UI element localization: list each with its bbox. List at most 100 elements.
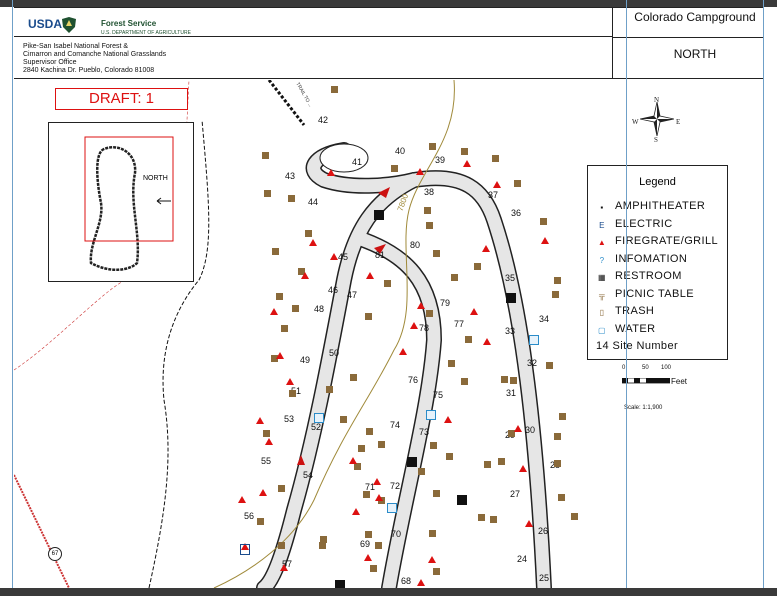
picnic-table-icon: [370, 565, 377, 572]
picnic-table-icon: [288, 195, 295, 202]
site-number: 35: [505, 273, 516, 283]
compass-s: S: [654, 136, 658, 144]
picnic-table-icon: [490, 516, 497, 523]
firegrate-icon: [410, 322, 418, 329]
site-number: 80: [410, 240, 421, 250]
firegrate-icon: [366, 272, 374, 279]
legend-box: Legend ▪ AMPHITHEATER E ELECTRIC ▲ FIREGRATE/…: [587, 165, 728, 360]
picnic-table-icon: [319, 542, 326, 549]
firegrate-icon: [417, 302, 425, 309]
picnic-table-icon: [363, 491, 370, 498]
scale-unit: Feet: [671, 377, 688, 386]
firegrate-icon: [463, 160, 471, 167]
picnic-table-icon: [510, 377, 517, 384]
site-number: 55: [261, 456, 272, 466]
draft-stamp: DRAFT: 1: [55, 88, 188, 110]
site-number: 73: [419, 427, 430, 437]
inset-map: [84, 136, 174, 271]
site-number: 44: [308, 197, 319, 207]
firegrate-icon: [514, 425, 522, 432]
site-number: 40: [395, 146, 406, 156]
electric-icon: [240, 544, 250, 555]
map-subtitle: NORTH: [673, 47, 717, 61]
bottom-border: [0, 588, 777, 596]
legend-item: ? INFOMATION: [597, 253, 687, 269]
picnic-table-icon: [391, 165, 398, 172]
site-number: 49: [300, 355, 311, 365]
site-number: 72: [390, 481, 401, 491]
picnic-table-icon: [426, 310, 433, 317]
guide-line: [763, 0, 764, 596]
firegrate-icon: [259, 489, 267, 496]
firegrate-icon: [482, 245, 490, 252]
compass-w: W: [632, 118, 639, 126]
site-number: 54: [303, 470, 314, 480]
water-icon: [314, 413, 324, 423]
firegrate-icon: [416, 168, 424, 175]
picnic-table-icon: [461, 378, 468, 385]
picnic-table-icon: [263, 430, 270, 437]
electric-icon: E: [599, 220, 605, 230]
picnic-table-icon: [430, 442, 437, 449]
locator-inset: NORTH: [48, 122, 194, 282]
scale-bar: [622, 378, 670, 384]
picnic-table-icon: [350, 374, 357, 381]
firegrate-icon: [493, 181, 501, 188]
legend-item-label: FIREGRATE/GRILL: [615, 235, 718, 247]
firegrate-icon: [238, 496, 246, 503]
picnic-table-icon: [451, 274, 458, 281]
site-number: 33: [505, 326, 516, 336]
forest-name: Pike-San Isabel National Forest &: [23, 43, 129, 50]
firegrate-icon: [444, 416, 452, 423]
picnic-table-icon: [446, 453, 453, 460]
compass-n: N: [654, 96, 660, 104]
site-number: 26: [538, 526, 549, 536]
grasslands-name: Cimarron and Comanche National Grassland…: [23, 51, 167, 58]
information-icon: ?: [599, 255, 605, 265]
inset-label: NORTH: [143, 175, 168, 182]
site-number: 69: [360, 539, 371, 549]
restroom-icon: [506, 293, 516, 303]
site-number: 53: [284, 414, 295, 424]
compass-rose-icon: [640, 102, 674, 136]
picnic-table-icon: [418, 468, 425, 475]
site-number: 78: [419, 323, 430, 333]
picnic-table-icon: [514, 180, 521, 187]
site-number: 48: [314, 304, 325, 314]
picnic-table-icon: [366, 428, 373, 435]
site-number: 27: [510, 489, 521, 499]
picnic-table-icon: [331, 86, 338, 93]
road-fill: [257, 143, 551, 588]
picnic-table-icon: [354, 463, 361, 470]
site-number: 70: [391, 529, 402, 539]
picnic-table-icon: [465, 336, 472, 343]
firegrate-icon: [286, 378, 294, 385]
water-icon: [387, 503, 397, 513]
restroom-icon: [335, 580, 345, 588]
picnic-table-icon: [378, 441, 385, 448]
site-number: 32: [527, 358, 538, 368]
site-number: 52: [311, 422, 322, 432]
site-number: 75: [433, 390, 444, 400]
office-name: Supervisor Office: [23, 59, 77, 66]
amphitheater-icon: ▪: [600, 203, 604, 212]
trash-icon: ▯: [599, 308, 605, 317]
picnic-table-icon: [448, 360, 455, 367]
picnic-table-icon: [384, 280, 391, 287]
picnic-table-icon: ╦: [598, 290, 606, 300]
title-block: USDA Forest Service U.S. DEPARTMENT OF A…: [14, 7, 764, 79]
firegrate-icon: [352, 508, 360, 515]
picnic-table-icon: [262, 152, 269, 159]
firegrate-icon: [483, 338, 491, 345]
picnic-table-icon: [484, 461, 491, 468]
picnic-table-icon: [375, 542, 382, 549]
picnic-table-icon: [305, 230, 312, 237]
legend-item-label: WATER: [615, 322, 656, 335]
legend-item-label: ELECTRIC: [615, 217, 673, 230]
picnic-table-icon: [292, 305, 299, 312]
water-icon: ▢: [598, 325, 606, 335]
picnic-table-icon: [433, 250, 440, 257]
firegrate-icon: [349, 457, 357, 464]
picnic-table-icon: [278, 485, 285, 492]
site-number: 42: [318, 115, 329, 125]
